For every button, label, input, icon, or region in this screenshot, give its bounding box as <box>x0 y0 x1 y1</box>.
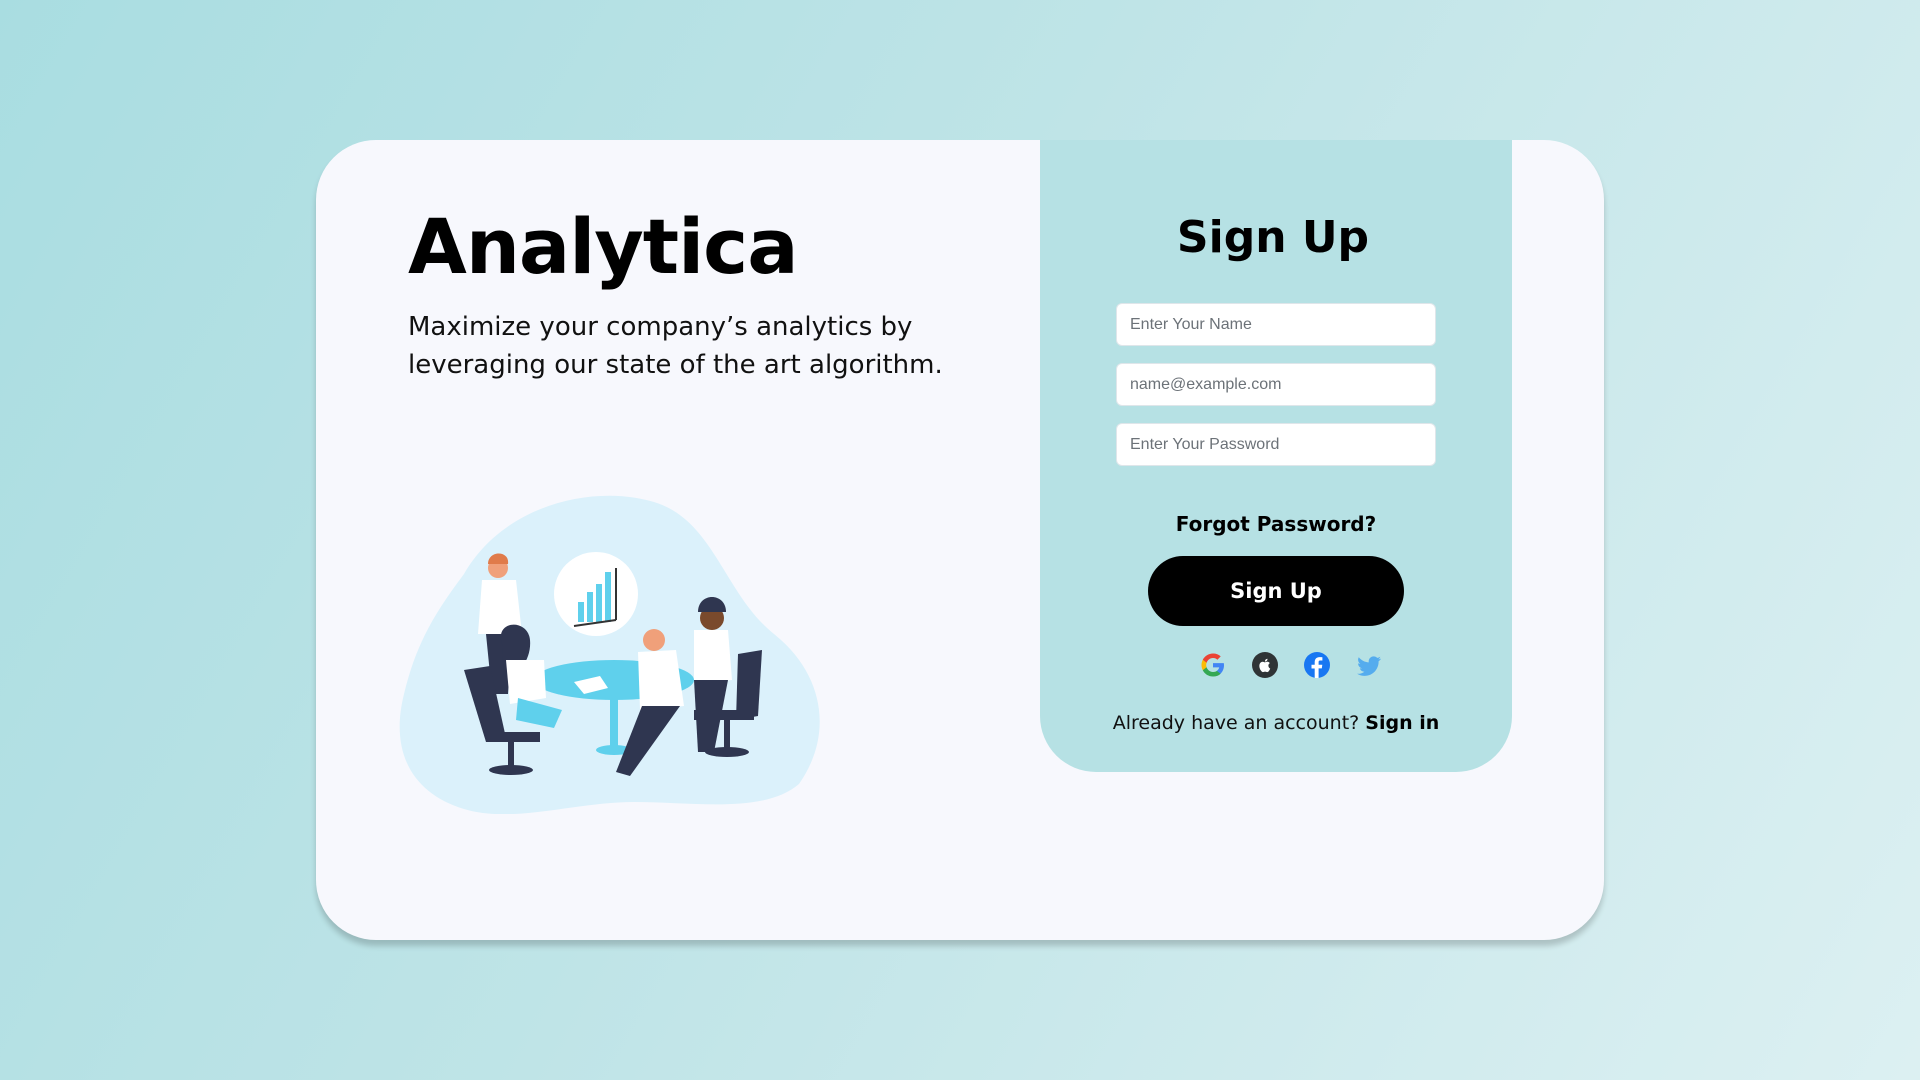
signup-title: Sign Up <box>1176 212 1370 263</box>
chair-leg <box>724 720 730 750</box>
chair-base <box>705 747 749 757</box>
person-body <box>506 660 546 704</box>
person-head <box>643 629 665 651</box>
chart-bar <box>605 572 611 622</box>
signup-card: Analytica Maximize your company’s analyt… <box>316 140 1604 940</box>
email-input[interactable] <box>1116 363 1436 406</box>
facebook-icon[interactable] <box>1302 650 1332 680</box>
name-input[interactable] <box>1116 303 1436 346</box>
chair-seat <box>694 710 754 720</box>
signup-button[interactable]: Sign Up <box>1148 556 1404 626</box>
signin-row: Already have an account? Sign in <box>1040 712 1512 734</box>
chair-back <box>736 650 762 720</box>
table-leg <box>610 682 618 748</box>
person-body <box>694 630 732 684</box>
person-body <box>638 650 684 710</box>
forgot-password-link[interactable]: Forgot Password? <box>1116 512 1436 536</box>
social-login-row <box>1040 650 1512 680</box>
team-meeting-illustration <box>399 495 820 814</box>
chart-bar <box>578 602 584 622</box>
chart-bar <box>587 592 593 622</box>
password-input[interactable] <box>1116 423 1436 466</box>
signup-panel: Sign Up Forgot Password? Sign Up <box>1040 140 1512 772</box>
chair-seat <box>486 732 540 742</box>
brand-tagline: Maximize your company’s analytics by lev… <box>408 312 943 380</box>
apple-icon[interactable] <box>1250 650 1280 680</box>
signin-prompt: Already have an account? <box>1112 712 1360 734</box>
chair-leg <box>508 742 514 768</box>
google-icon[interactable] <box>1198 650 1228 680</box>
chair-base <box>489 765 533 775</box>
signin-link[interactable]: Sign in <box>1365 712 1439 734</box>
brand-title: Analytica <box>408 202 799 291</box>
twitter-icon[interactable] <box>1354 650 1384 680</box>
chart-bar <box>596 584 602 622</box>
